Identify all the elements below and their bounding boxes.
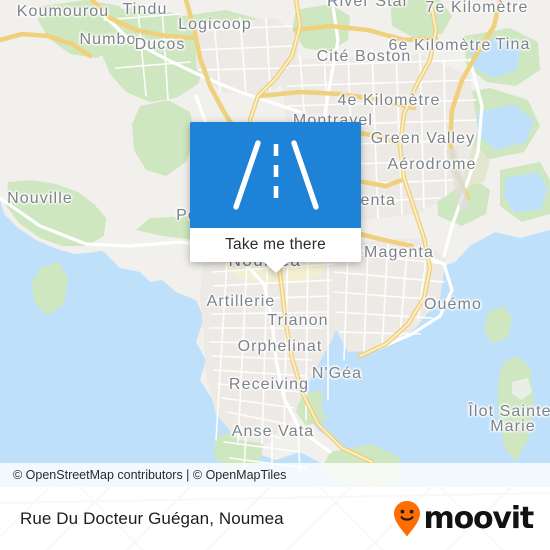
- take-me-there-label: Take me there: [225, 236, 326, 253]
- moovit-logo[interactable]: moovit: [392, 500, 535, 538]
- take-me-there-card[interactable]: Take me there: [190, 122, 361, 273]
- moovit-pin-icon: [393, 500, 420, 536]
- attribution-text: © OpenStreetMap contributors | © OpenMap…: [13, 468, 287, 482]
- map-pin-pointer: [262, 261, 289, 273]
- moovit-map-page: Koumourou Tindu Logicoop Numbo Ducos River St…: [0, 0, 550, 550]
- page-title: Rue Du Docteur Guégan, Noumea: [20, 508, 284, 528]
- map-attribution: © OpenStreetMap contributors | © OpenMap…: [0, 463, 550, 487]
- card-footer[interactable]: Take me there: [190, 228, 361, 273]
- card-header: [190, 122, 361, 228]
- bottom-bar: Rue Du Docteur Guégan, Noumea moovit: [0, 487, 550, 550]
- moovit-wordmark: moovit: [423, 500, 535, 536]
- road-icon: [232, 140, 319, 210]
